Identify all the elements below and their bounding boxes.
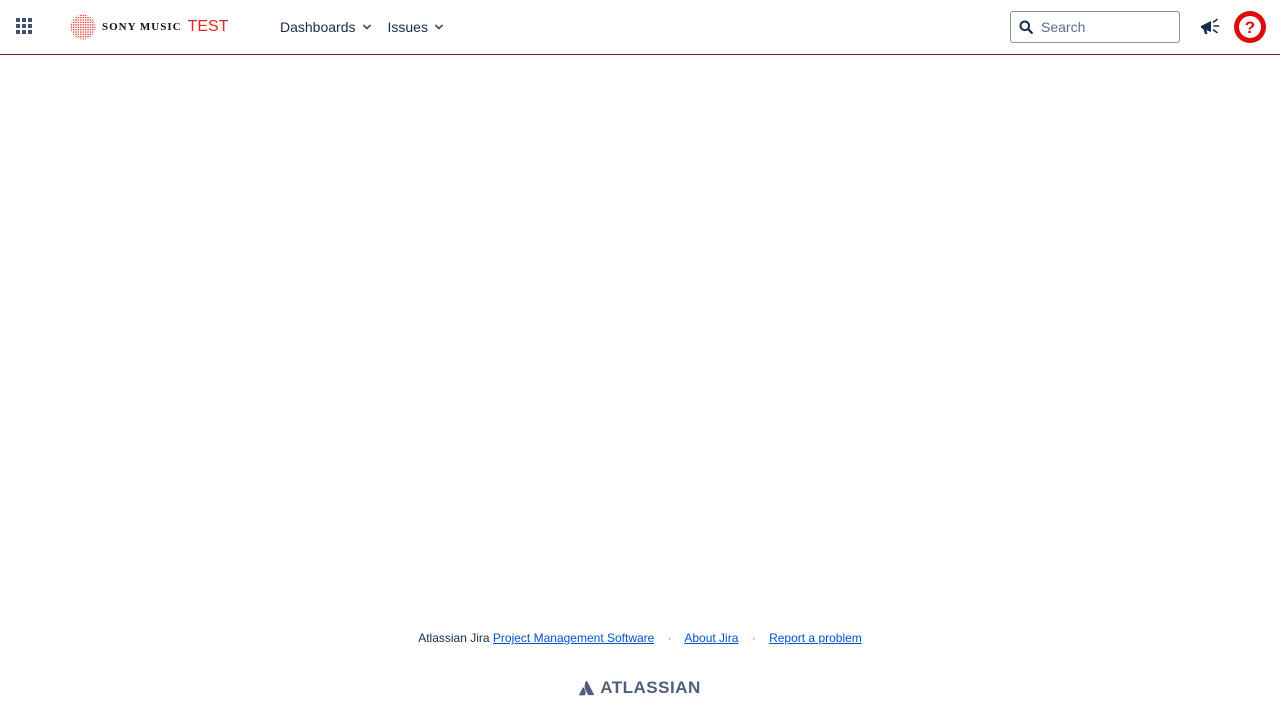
- help-button[interactable]: ?: [1234, 11, 1266, 43]
- atlassian-wordmark: ATLASSIAN: [600, 678, 701, 697]
- footer-link-about-jira[interactable]: About Jira: [684, 631, 738, 645]
- nav-issues-label: Issues: [387, 19, 428, 35]
- logo-brand-text: SONY MUSIC: [102, 21, 182, 33]
- logo-environment-label: TEST: [187, 18, 229, 35]
- app-switcher-button[interactable]: [12, 14, 36, 38]
- sony-music-dots-logo-icon: [70, 14, 96, 40]
- announcement-button[interactable]: [1196, 13, 1224, 41]
- atlassian-footer-logo[interactable]: ATLASSIAN: [0, 678, 1280, 698]
- site-logo-link[interactable]: SONY MUSIC TEST: [70, 13, 228, 41]
- megaphone-icon: [1201, 18, 1220, 34]
- grid-icon: [16, 18, 32, 34]
- atlassian-logo-icon: [579, 680, 595, 696]
- nav-issues-menu[interactable]: Issues: [380, 13, 452, 41]
- footer-separator: ·: [667, 631, 672, 645]
- chevron-down-icon: [435, 24, 443, 30]
- search-input[interactable]: [1041, 19, 1161, 35]
- help-icon: ?: [1239, 16, 1261, 38]
- top-navigation-bar: SONY MUSIC TEST Dashboards Issues Search…: [0, 0, 1280, 55]
- quick-search: [1010, 11, 1180, 43]
- main-navigation: Dashboards Issues: [272, 13, 452, 41]
- nav-dashboards-menu[interactable]: Dashboards: [272, 13, 380, 41]
- footer-prefix: Atlassian Jira: [418, 631, 490, 645]
- footer: Atlassian Jira Project Management Softwa…: [0, 631, 1280, 645]
- footer-separator: ·: [751, 631, 756, 645]
- nav-dashboards-label: Dashboards: [280, 19, 356, 35]
- footer-link-project-management-software[interactable]: Project Management Software: [493, 631, 654, 645]
- search-icon: [1019, 20, 1033, 34]
- chevron-down-icon: [362, 24, 371, 30]
- footer-link-report-problem[interactable]: Report a problem: [769, 631, 862, 645]
